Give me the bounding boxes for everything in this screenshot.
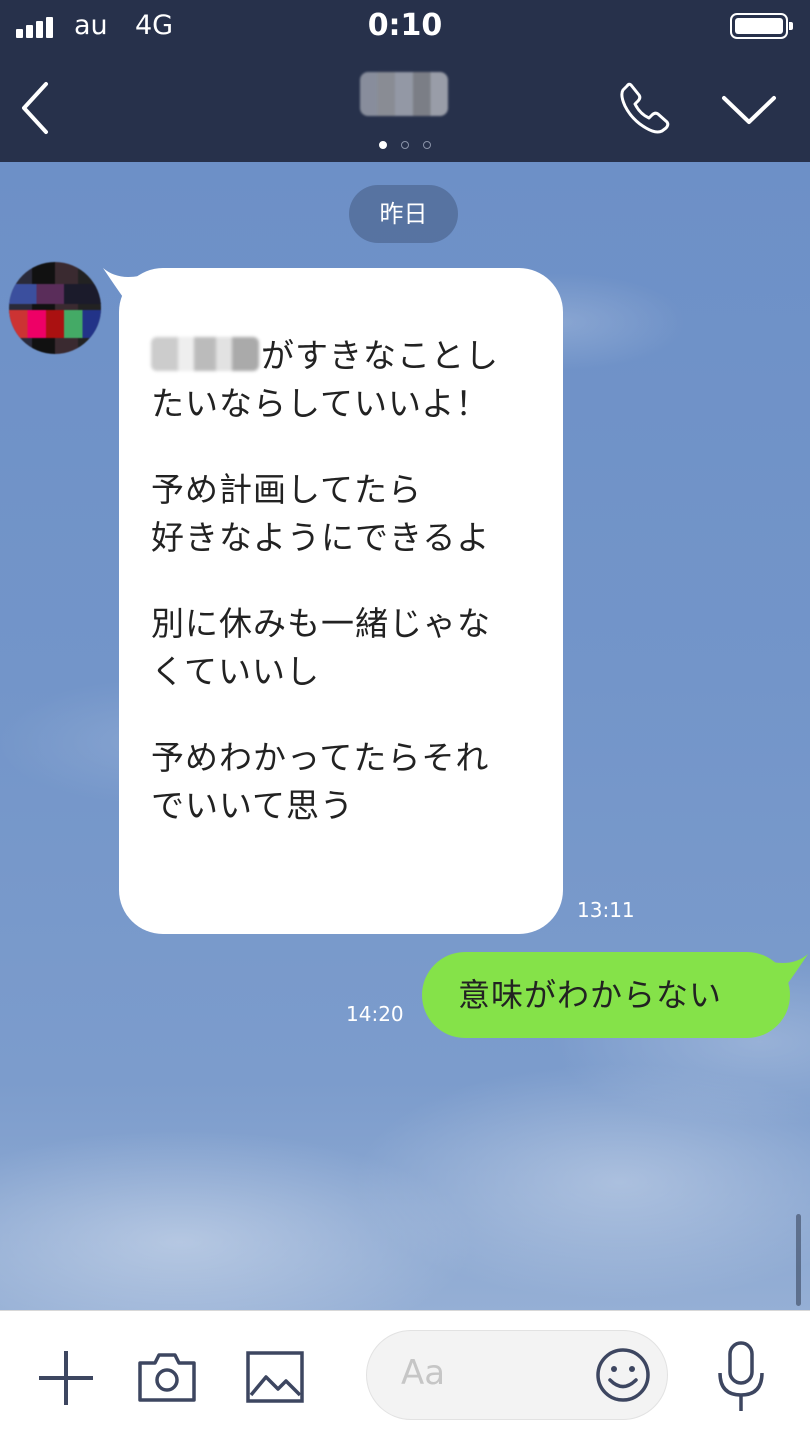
message-timestamp: 14:20 bbox=[346, 1002, 404, 1026]
battery-icon bbox=[730, 13, 793, 39]
avatar[interactable] bbox=[9, 262, 101, 354]
status-bar: au 4G 0:10 bbox=[0, 0, 810, 52]
status-clock: 0:10 bbox=[367, 8, 443, 43]
top-bar: au 4G 0:10 bbox=[0, 0, 810, 162]
chat-header bbox=[0, 52, 810, 162]
message-input-placeholder: Aa bbox=[401, 1353, 446, 1393]
message-line: くていいし bbox=[151, 652, 321, 691]
page-dot-active bbox=[379, 141, 387, 149]
message-line: でいいて思う bbox=[151, 786, 355, 825]
message-line: 予め計画してたら bbox=[151, 470, 423, 509]
plus-icon[interactable] bbox=[37, 1349, 95, 1407]
date-separator: 昨日 bbox=[349, 185, 458, 243]
page-indicator bbox=[0, 134, 810, 153]
outgoing-message-bubble[interactable]: 意味がわからない bbox=[422, 952, 790, 1038]
message-line: 好きなようにできるよ bbox=[151, 518, 491, 557]
camera-icon[interactable] bbox=[137, 1351, 197, 1403]
message-timestamp: 13:11 bbox=[577, 898, 635, 922]
message-line: がすきなことし bbox=[151, 332, 533, 380]
emoji-icon[interactable] bbox=[595, 1347, 651, 1403]
pixelated-name bbox=[151, 337, 259, 371]
message-line: 予めわかってたらそれ bbox=[151, 738, 490, 777]
microphone-icon[interactable] bbox=[716, 1341, 766, 1413]
message-input[interactable]: Aa bbox=[366, 1330, 668, 1420]
scrollbar[interactable] bbox=[796, 1214, 801, 1306]
page-dot bbox=[401, 141, 409, 149]
chat-title-pixelated[interactable] bbox=[360, 72, 448, 116]
message-line: たいならしていいよ！ bbox=[151, 384, 490, 423]
image-icon[interactable] bbox=[246, 1351, 304, 1403]
incoming-message-bubble[interactable]: がすきなことし たいならしていいよ！ 予め計画してたら 好きなようにできるよ 別… bbox=[119, 268, 563, 934]
page-dot bbox=[423, 141, 431, 149]
phone-icon[interactable] bbox=[618, 80, 672, 134]
message-line: 別に休みも一緒じゃな bbox=[151, 604, 491, 643]
message-toolbar: Aa bbox=[0, 1310, 810, 1438]
chat-area[interactable]: 昨日 がすきなことし たいならしていいよ！ 予め計画してたら 好きなようにできる… bbox=[0, 162, 810, 1310]
chevron-down-icon[interactable] bbox=[720, 92, 778, 128]
back-chevron-icon[interactable] bbox=[14, 80, 64, 136]
